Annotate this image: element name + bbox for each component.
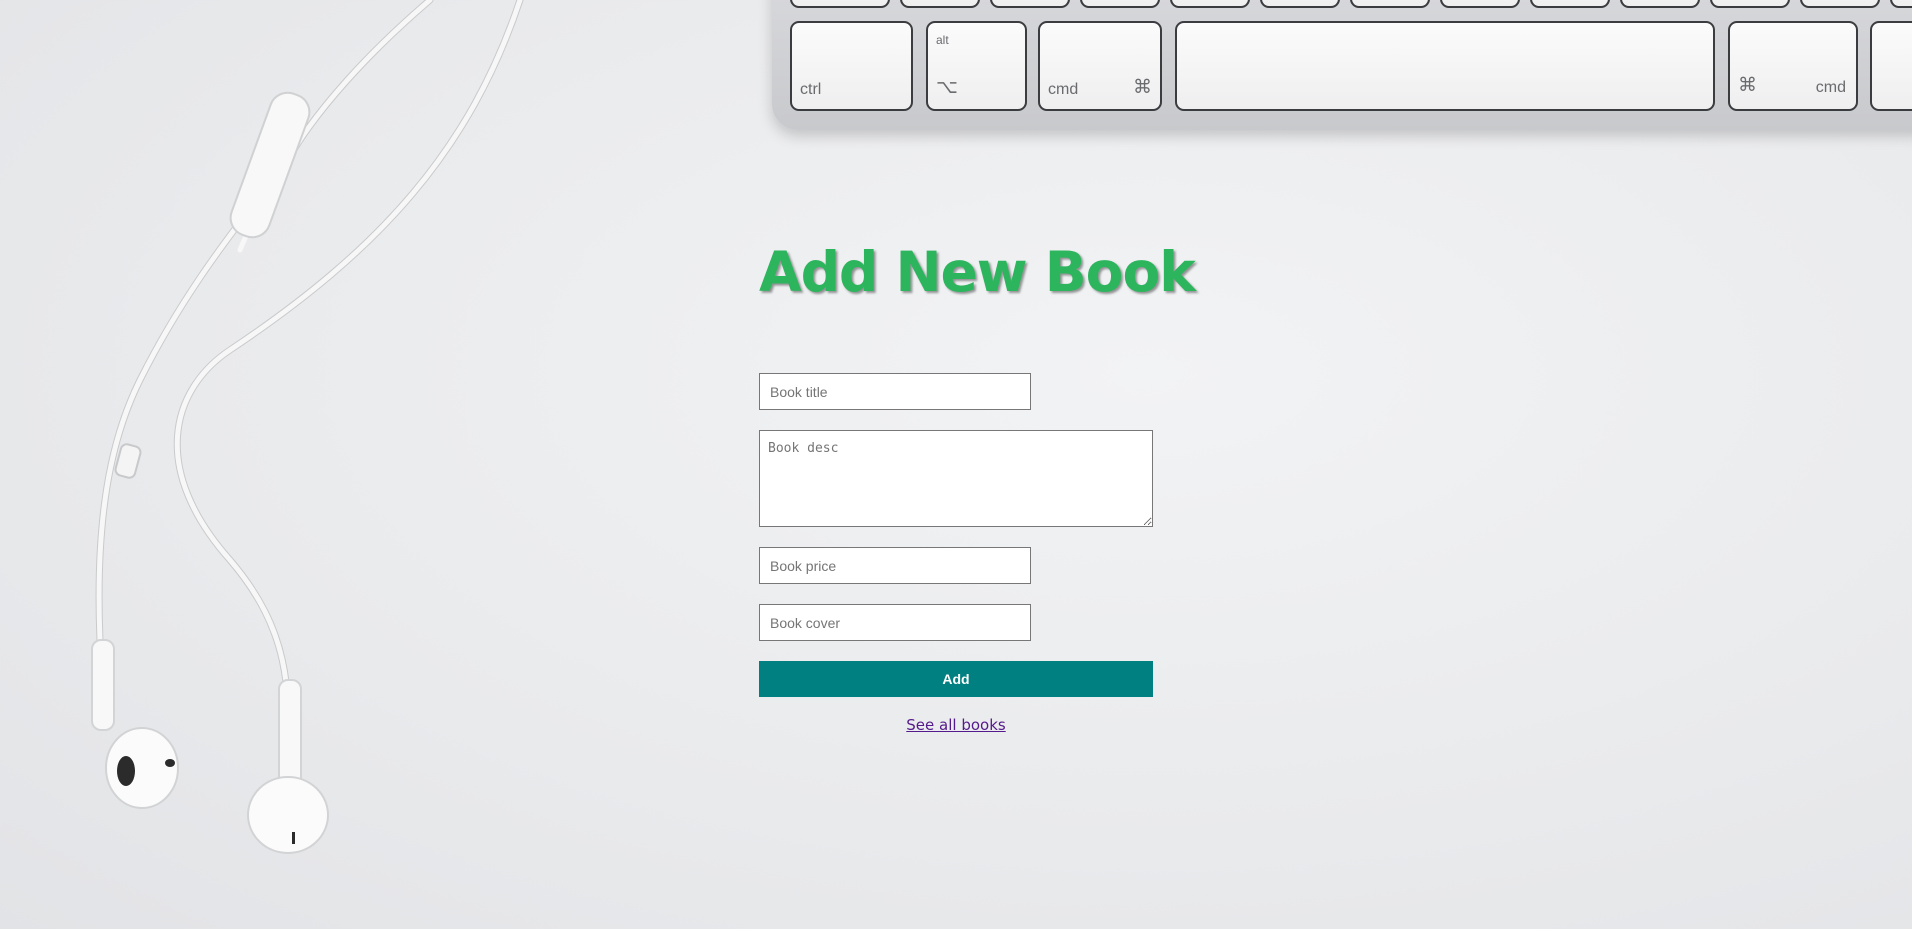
keyboard-key [1440,0,1520,8]
cmd-key-label: cmd [1048,81,1079,98]
book-title-input[interactable] [759,373,1031,410]
page-title: Add New Book [759,240,1196,304]
keyboard-key [990,0,1070,8]
keyboard-key [1530,0,1610,8]
book-price-input[interactable] [759,547,1031,584]
keyboard-key [1870,21,1912,111]
cmd-key-label: cmd [1815,79,1846,96]
keyboard-key-cmd-right: ⌘ cmd [1728,21,1858,111]
keyboard-key [1170,0,1250,8]
keyboard-key [1080,0,1160,8]
keyboard-key-alt: alt ⌥ [926,21,1027,111]
command-symbol-icon: ⌘ [1133,77,1152,98]
add-button[interactable]: Add [759,661,1153,697]
keyboard-key [1620,0,1700,8]
keyboard-key [1800,0,1880,8]
book-cover-input[interactable] [759,604,1031,641]
see-all-books-link[interactable]: See all books [759,716,1153,734]
book-desc-textarea[interactable] [759,430,1153,527]
keyboard-key-space [1175,21,1715,111]
keyboard-key [1890,0,1912,8]
keyboard-key [1710,0,1790,8]
keyboard-decoration: ctrl alt ⌥ cmd ⌘ ⌘ cmd [772,0,1912,130]
command-symbol-icon: ⌘ [1738,75,1757,96]
keyboard-key-ctrl: ctrl [790,21,913,111]
keyboard-key [1350,0,1430,8]
alt-key-label: alt [936,33,949,47]
keyboard-key [1260,0,1340,8]
ctrl-key-label: ctrl [800,81,822,98]
keyboard-key [790,0,890,8]
option-symbol-icon: ⌥ [936,77,958,98]
keyboard-key [900,0,980,8]
keyboard-key-cmd-left: cmd ⌘ [1038,21,1162,111]
earphones-decoration [91,0,524,854]
